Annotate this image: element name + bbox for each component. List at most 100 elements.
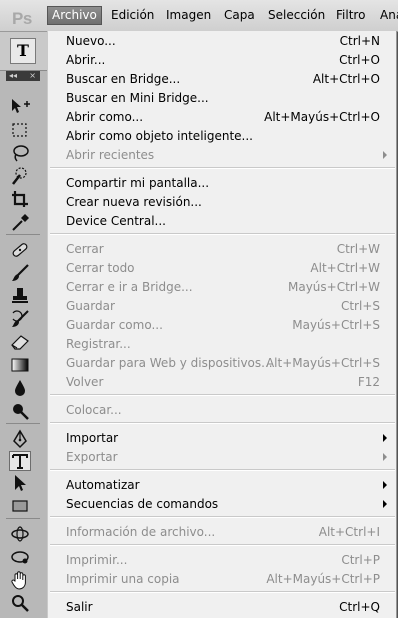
menu-item-colocar[interactable]: Colocar... — [48, 401, 397, 420]
eraser-tool-icon[interactable] — [9, 332, 31, 352]
menu-item-guardar-como[interactable]: Guardar como... Mayús+Ctrl+S — [48, 316, 397, 335]
menu-item-cerrar-e-ir-a-bridge[interactable]: Cerrar e ir a Bridge... Mayús+Ctrl+W — [48, 278, 397, 297]
tools-divider — [6, 423, 40, 424]
collapse-icon[interactable]: ◂◂ — [9, 71, 17, 81]
menu-item-label: Volver — [66, 375, 104, 389]
menu-item-abrir[interactable]: Abrir... Ctrl+O — [48, 51, 397, 70]
menu-separator — [50, 394, 395, 396]
menu-item-label: Colocar... — [66, 403, 122, 417]
marquee-tool-icon[interactable] — [9, 120, 31, 140]
menu-item-shortcut: Ctrl+W — [336, 242, 380, 256]
tools-divider — [6, 518, 40, 519]
toolbox-header: ◂◂ × — [6, 71, 40, 81]
menu-archivo[interactable]: Archivo — [47, 6, 102, 25]
menu-item-importar[interactable]: Importar — [48, 429, 397, 448]
menu-filtro[interactable]: Filtro — [336, 8, 365, 22]
history-brush-tool-icon[interactable] — [9, 309, 31, 329]
menu-item-nuevo[interactable]: Nuevo... Ctrl+N — [48, 32, 397, 51]
menu-item-shortcut: Ctrl+S — [340, 299, 380, 313]
3d-orbit-tool-icon[interactable] — [9, 547, 31, 567]
brush-tool-icon[interactable] — [9, 263, 31, 283]
menu-item-imprimir-una-copia[interactable]: Imprimir una copia Alt+Mayús+Ctrl+P — [48, 570, 397, 589]
menu-item-label: Cerrar e ir a Bridge... — [66, 280, 193, 294]
dodge-tool-icon[interactable] — [9, 401, 31, 421]
menu-item-label: Guardar como... — [66, 318, 163, 332]
menu-item-cerrar-todo[interactable]: Cerrar todo Alt+Ctrl+W — [48, 259, 397, 278]
menu-item-label: Información de archivo... — [66, 525, 216, 539]
zoom-tool-icon[interactable] — [9, 593, 31, 613]
menu-item-label: Cerrar — [66, 242, 104, 256]
menu-item-label: Guardar para Web y dispositivos... — [66, 356, 273, 370]
close-icon[interactable]: × — [29, 71, 36, 81]
menu-item-buscar-en-mini-bridge[interactable]: Buscar en Mini Bridge... — [48, 89, 397, 108]
healing-brush-tool-icon[interactable] — [9, 240, 31, 260]
menu-item-shortcut: Ctrl+Q — [339, 600, 380, 614]
menu-item-compartir-mi-pantalla[interactable]: Compartir mi pantalla... — [48, 174, 397, 193]
menu-item-label: Imprimir una copia — [66, 572, 180, 586]
menu-item-shortcut: Alt+Ctrl+O — [312, 72, 380, 86]
menu-item-shortcut: Alt+Mayús+Ctrl+O — [264, 110, 380, 124]
submenu-arrow-icon — [383, 434, 387, 442]
menu-item-buscar-en-bridge[interactable]: Buscar en Bridge... Alt+Ctrl+O — [48, 70, 397, 89]
menu-item-shortcut: Ctrl+O — [339, 53, 380, 67]
menu-item-abrir-recientes[interactable]: Abrir recientes — [48, 146, 397, 165]
menu-item-volver[interactable]: Volver F12 — [48, 373, 397, 392]
menu-analisis[interactable]: Ana — [380, 8, 398, 22]
archivo-dropdown-menu: Nuevo... Ctrl+N Abrir... Ctrl+O Buscar e… — [47, 31, 397, 618]
menu-item-label: Cerrar todo — [66, 261, 135, 275]
move-tool-icon[interactable] — [9, 96, 31, 116]
menu-separator — [50, 591, 395, 593]
menu-item-label: Exportar — [66, 450, 118, 464]
menu-item-cerrar[interactable]: Cerrar Ctrl+W — [48, 240, 397, 259]
menu-item-label: Salir — [66, 600, 93, 614]
type-tool-preset-icon[interactable]: T — [10, 38, 36, 64]
eyedropper-tool-icon[interactable] — [9, 212, 31, 232]
menu-item-label: Abrir como objeto inteligente... — [66, 129, 253, 143]
menu-separator — [50, 516, 395, 518]
menu-item-shortcut: Ctrl+P — [341, 553, 380, 567]
menu-item-label: Abrir... — [66, 53, 106, 67]
hand-tool-icon[interactable] — [9, 570, 31, 590]
clone-stamp-tool-icon[interactable] — [9, 286, 31, 306]
menu-item-informacion-de-archivo[interactable]: Información de archivo... Alt+Ctrl+I — [48, 523, 397, 542]
menu-item-label: Crear nueva revisión... — [66, 195, 202, 209]
blur-tool-icon[interactable] — [9, 378, 31, 398]
gradient-tool-icon[interactable] — [9, 355, 31, 375]
menu-item-shortcut: Mayús+Ctrl+S — [292, 318, 380, 332]
menu-item-automatizar[interactable]: Automatizar — [48, 476, 397, 495]
menu-item-exportar[interactable]: Exportar — [48, 448, 397, 467]
menu-item-shortcut: Ctrl+N — [339, 34, 380, 48]
menu-item-crear-nueva-revision[interactable]: Crear nueva revisión... — [48, 193, 397, 212]
menu-item-abrir-como-objeto-inteligente[interactable]: Abrir como objeto inteligente... — [48, 127, 397, 146]
menu-imagen[interactable]: Imagen — [166, 8, 211, 22]
rectangle-tool-icon[interactable] — [9, 496, 31, 516]
path-selection-tool-icon[interactable] — [9, 473, 31, 493]
menu-edicion[interactable]: Edición — [111, 8, 154, 22]
quick-selection-tool-icon[interactable] — [9, 166, 31, 186]
lasso-tool-icon[interactable] — [9, 143, 31, 163]
menu-item-label: Guardar — [66, 299, 115, 313]
menu-item-device-central[interactable]: Device Central... — [48, 212, 397, 231]
menu-item-label: Abrir recientes — [66, 148, 155, 162]
menu-item-salir[interactable]: Salir Ctrl+Q — [48, 598, 397, 617]
menu-capa[interactable]: Capa — [224, 8, 255, 22]
menu-separator — [50, 422, 395, 424]
menu-item-guardar-para-web[interactable]: Guardar para Web y dispositivos... Alt+M… — [48, 354, 397, 373]
submenu-arrow-icon — [383, 151, 387, 159]
menu-item-label: Secuencias de comandos — [66, 497, 219, 511]
crop-tool-icon[interactable] — [9, 189, 31, 209]
menu-item-guardar[interactable]: Guardar Ctrl+S — [48, 297, 397, 316]
menu-item-imprimir[interactable]: Imprimir... Ctrl+P — [48, 551, 397, 570]
3d-rotate-tool-icon[interactable] — [9, 524, 31, 544]
menu-item-abrir-como[interactable]: Abrir como... Alt+Mayús+Ctrl+O — [48, 108, 397, 127]
pen-tool-icon[interactable] — [9, 429, 31, 449]
menu-item-shortcut: Alt+Ctrl+I — [318, 525, 380, 539]
menu-item-registrar[interactable]: Registrar... — [48, 335, 397, 354]
type-tool-icon[interactable] — [9, 451, 31, 471]
submenu-arrow-icon — [383, 453, 387, 461]
menu-item-label: Buscar en Bridge... — [66, 72, 181, 86]
menu-item-shortcut: Alt+Mayús+Ctrl+S — [265, 356, 380, 370]
menu-seleccion[interactable]: Selección — [268, 8, 325, 22]
menu-item-secuencias-de-comandos[interactable]: Secuencias de comandos — [48, 495, 397, 514]
menu-separator — [50, 233, 395, 235]
